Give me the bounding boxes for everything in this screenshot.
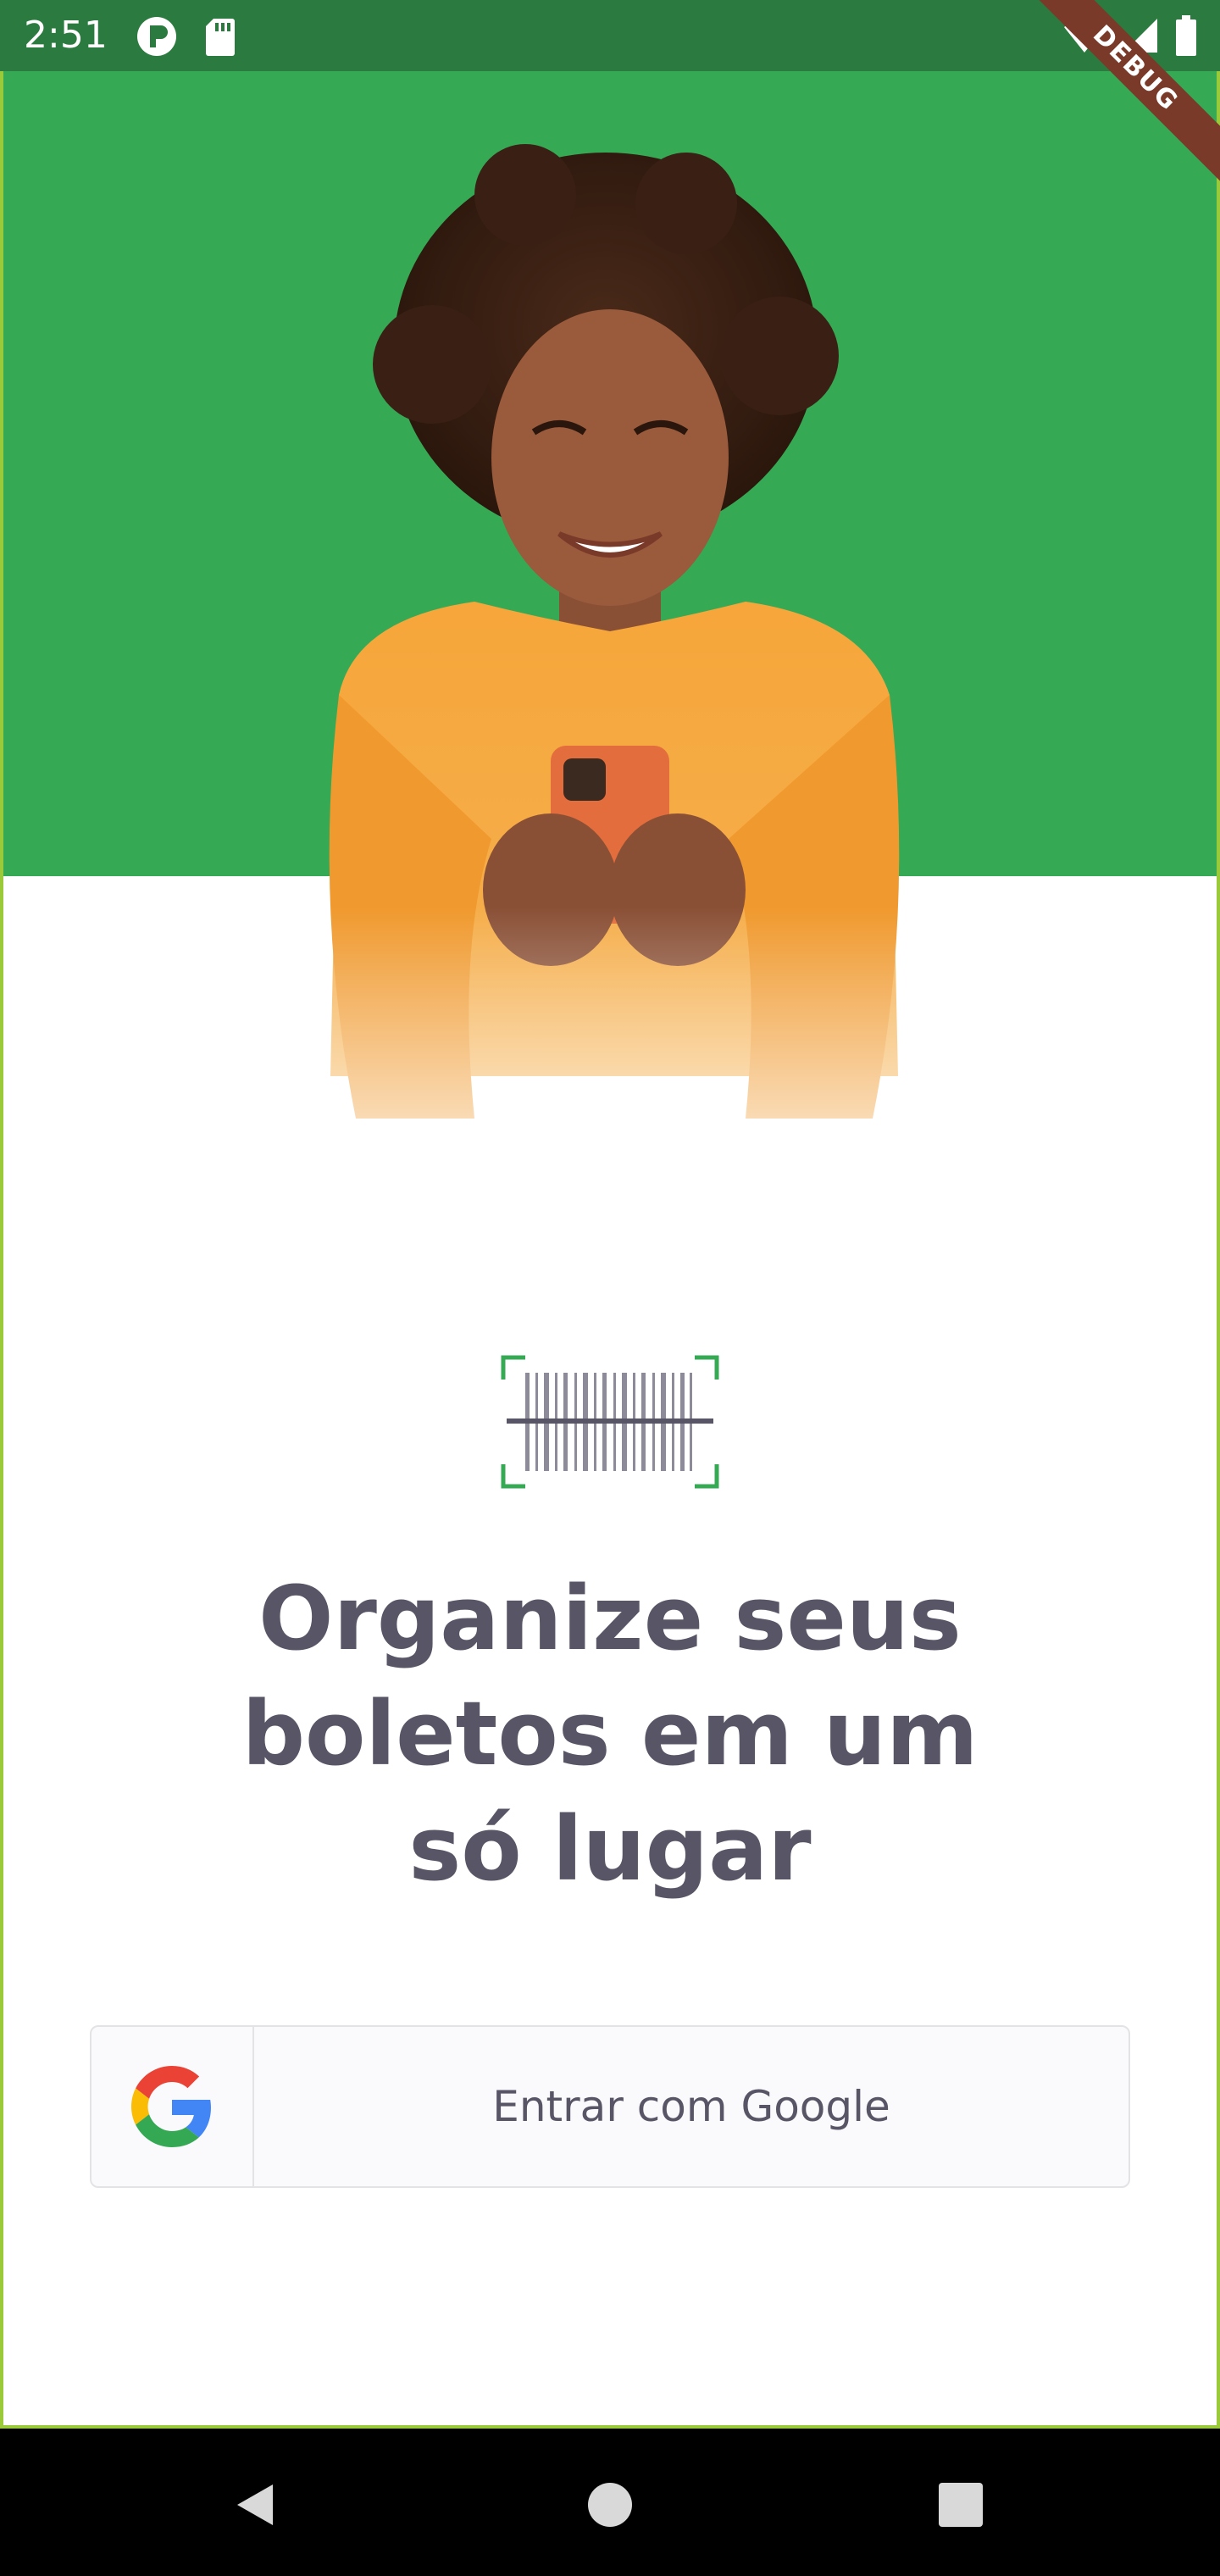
page-title: Organize seus boletos em um só lugar (102, 1561, 1118, 1907)
login-screen: 2:51 DEBUG Organize seus boletos em um s… (0, 0, 1220, 2576)
google-signin-button[interactable]: Entrar com Google (90, 2025, 1130, 2188)
status-time: 2:51 (24, 14, 108, 57)
recents-icon (939, 2483, 983, 2527)
home-button[interactable] (576, 2471, 644, 2539)
navigation-bar (0, 2429, 1220, 2576)
woman-with-phone-illustration (305, 144, 915, 1237)
google-signin-label: Entrar com Google (492, 2082, 890, 2131)
sd-card-icon (203, 15, 237, 61)
google-icon (131, 2066, 211, 2147)
title-line-1: Organize seus (258, 1567, 962, 1670)
barcode-scan-icon (501, 1355, 719, 1489)
title-line-3: só lugar (408, 1797, 812, 1901)
back-button[interactable] (222, 2471, 290, 2539)
screen-edge-bottom (0, 2425, 1220, 2429)
screen-edge-left (0, 0, 3, 2429)
google-icon-container (92, 2027, 254, 2186)
battery-icon (1174, 15, 1198, 59)
home-icon (588, 2483, 632, 2527)
status-bar: 2:51 (0, 0, 1220, 71)
notification-p-icon (136, 15, 178, 61)
back-icon (237, 2484, 273, 2525)
recents-button[interactable] (927, 2471, 995, 2539)
screen-edge-right (1217, 0, 1220, 2429)
title-line-2: boletos em um (241, 1682, 979, 1785)
status-left-icons (136, 15, 237, 61)
